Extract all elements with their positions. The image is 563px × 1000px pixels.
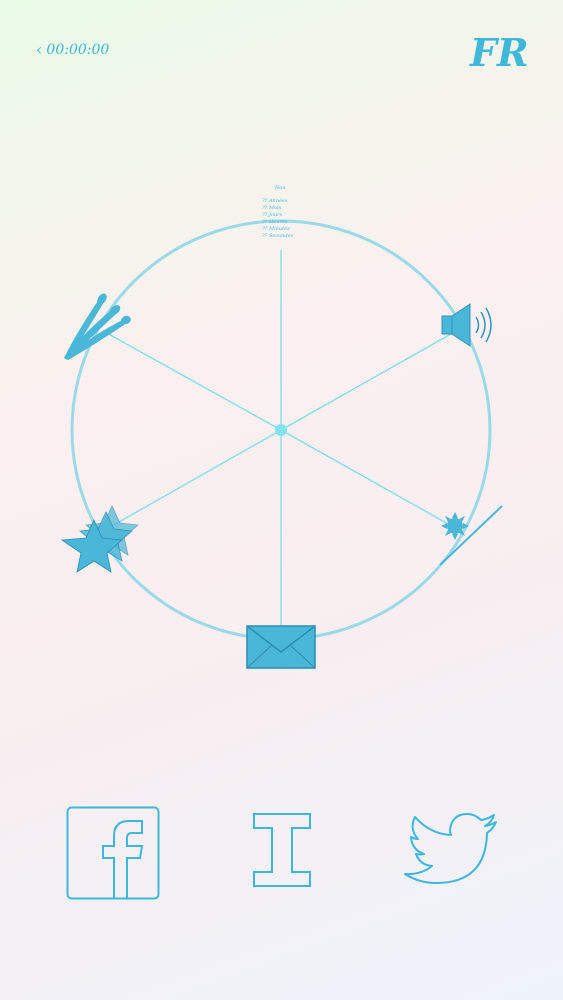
- menu-item-seconds[interactable]: ?? Secondes: [262, 233, 322, 240]
- menu-heading[interactable]: Non: [275, 185, 322, 192]
- menu-item-hours[interactable]: ?? Heures: [262, 219, 322, 226]
- wheel-hub: [275, 424, 287, 436]
- twitter-button[interactable]: [402, 812, 500, 894]
- wheel-spokes: [104, 250, 459, 627]
- instapaper-button[interactable]: [252, 806, 312, 896]
- menu-item-days[interactable]: ?? Jours: [262, 212, 322, 219]
- instapaper-icon: [253, 813, 311, 887]
- facebook-icon: [66, 806, 160, 900]
- comet-icon[interactable]: [64, 292, 132, 360]
- menu-item-months[interactable]: ?? Mois: [262, 205, 322, 212]
- menu-item-years[interactable]: ?? Années: [262, 198, 322, 205]
- envelope-icon[interactable]: [246, 625, 316, 669]
- stars-icon[interactable]: [60, 505, 139, 573]
- time-menu[interactable]: Non ?? Années ?? Mois ?? Jours ?? Heures…: [262, 185, 322, 240]
- volume-icon[interactable]: [441, 303, 492, 347]
- facebook-button[interactable]: [66, 806, 160, 900]
- menu-item-minutes[interactable]: ?? Minutes: [262, 226, 322, 233]
- twitter-icon: [404, 813, 497, 884]
